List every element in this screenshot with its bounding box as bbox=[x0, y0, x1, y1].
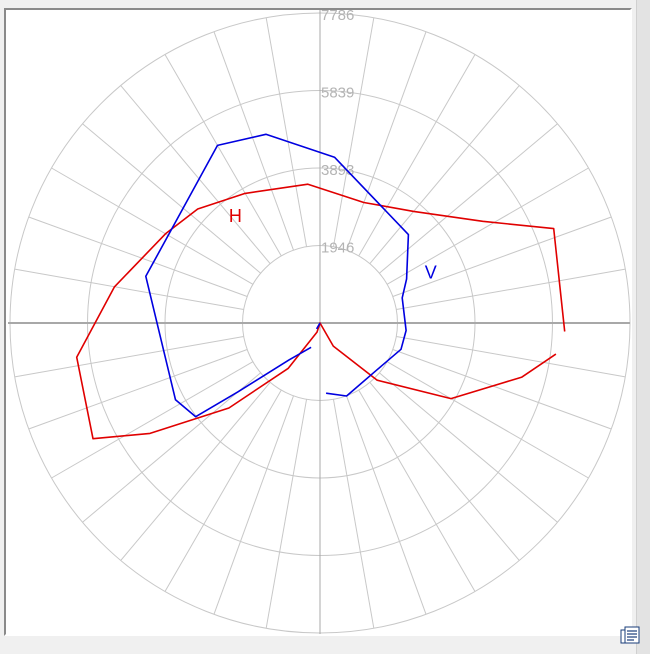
grid-spoke bbox=[28, 349, 248, 430]
grid-spoke bbox=[396, 335, 626, 378]
vertical-scrollbar[interactable] bbox=[636, 0, 650, 654]
grid-spoke bbox=[346, 395, 427, 615]
grid-spoke bbox=[386, 361, 589, 479]
grid-spoke bbox=[164, 54, 282, 257]
radial-tick-label: 3893 bbox=[321, 162, 354, 179]
grid-spoke bbox=[358, 54, 476, 257]
radial-tick-label: 1946 bbox=[321, 240, 354, 257]
series-label-v: V bbox=[425, 263, 437, 283]
polar-chart: 1946 3893 5839 7786 H V bbox=[8, 7, 631, 634]
grid-spoke bbox=[14, 268, 244, 311]
grid-spoke bbox=[51, 167, 254, 285]
series-label-h: H bbox=[229, 206, 242, 226]
grid-spoke bbox=[392, 349, 612, 430]
grid-spoke bbox=[358, 389, 476, 592]
grid-spoke bbox=[213, 395, 294, 615]
radial-tick-label: 5839 bbox=[321, 85, 354, 102]
polar-chart-window: 1946 3893 5839 7786 H V bbox=[0, 0, 650, 654]
grid-spoke bbox=[265, 399, 308, 629]
grid-spoke bbox=[265, 17, 308, 247]
grid-spoke bbox=[346, 31, 427, 251]
grid-spoke bbox=[213, 31, 294, 251]
radial-tick-label: 7786 bbox=[321, 7, 354, 24]
grid-spoke bbox=[14, 335, 244, 378]
grid-spoke bbox=[332, 17, 375, 247]
document-list-icon[interactable] bbox=[620, 624, 642, 646]
grid-spoke bbox=[28, 216, 248, 297]
radial-tick-labels: 1946 3893 5839 7786 bbox=[321, 7, 354, 257]
grid-spoke bbox=[392, 216, 612, 297]
grid-spoke bbox=[332, 399, 375, 629]
grid-spoke bbox=[164, 389, 282, 592]
